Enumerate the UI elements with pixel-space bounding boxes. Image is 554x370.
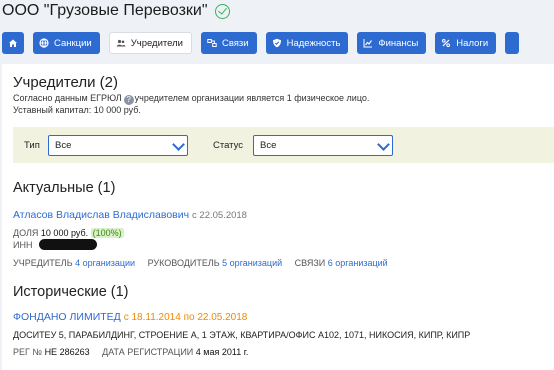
founder-share: ДОЛЯ 10 000 руб. (100%): [13, 228, 124, 238]
director-orgs-link[interactable]: 5 организаций: [222, 258, 282, 268]
tab-reliability[interactable]: Надежность: [265, 32, 349, 54]
founder-role-label: УЧРЕДИТЕЛЬ: [13, 258, 73, 268]
home-button[interactable]: [2, 32, 24, 54]
share-value: 10 000 руб.: [40, 228, 89, 238]
chevron-down-icon: [172, 138, 185, 151]
tab-links[interactable]: Связи: [200, 32, 257, 54]
founder-person-row: Атласов Владислав Владиславович с 22.05.…: [13, 209, 247, 221]
info-icon[interactable]: ?: [123, 95, 134, 105]
tab-label: Надежность: [286, 37, 341, 49]
type-select-value: Все: [55, 140, 72, 151]
status-select-value: Все: [260, 140, 277, 151]
founders-panel: Учредители (2) Согласно данным ЕГРЮЛ? учр…: [2, 64, 554, 370]
current-heading: Актуальные (1): [13, 180, 116, 196]
tab-founders[interactable]: Учредители: [108, 32, 192, 54]
founder-orgs-link[interactable]: 4 организации: [75, 258, 135, 268]
reg-date-label: ДАТА РЕГИСТРАЦИИ: [102, 347, 194, 357]
links-orgs-link[interactable]: 6 организаций: [328, 258, 388, 268]
company-title: ООО "Грузовые Перевозки": [2, 0, 230, 22]
links-role-label: СВЯЗИ: [294, 258, 326, 268]
verified-check-icon: [214, 3, 230, 19]
home-icon: [8, 38, 18, 48]
share-label: ДОЛЯ: [13, 228, 39, 238]
people-icon: [116, 38, 126, 48]
redacted-inn: [38, 239, 97, 250]
tab-label: Учредители: [130, 37, 183, 49]
tab-label: Финансы: [378, 37, 419, 49]
share-percent-badge: (100%): [90, 228, 124, 238]
director-role-label: РУКОВОДИТЕЛЬ: [147, 258, 220, 268]
founder-inn: ИНН: [13, 239, 97, 250]
tab-sanctions[interactable]: Санкции: [33, 32, 100, 54]
page-title: ООО "Грузовые Перевозки": [2, 2, 208, 19]
authorized-capital: Уставный капитал: 10 000 руб.: [13, 105, 141, 115]
globe-icon: [39, 38, 49, 48]
historical-registration: РЕГ № НЕ 286263 ДАТА РЕГИСТРАЦИИ 4 мая 2…: [13, 347, 248, 357]
tab-label: Санкции: [54, 37, 92, 49]
info-text-suffix: учредителем организации является 1 физич…: [134, 93, 370, 103]
tab-taxes[interactable]: Налоги: [435, 32, 497, 54]
chart-icon: [363, 38, 373, 48]
founder-since: с 22.05.2018: [192, 210, 247, 221]
section-nav: Санкции Учредители Связи Надежность Фина…: [2, 32, 528, 54]
type-select[interactable]: Все: [48, 135, 188, 156]
shield-icon: [272, 38, 282, 48]
founder-name-link[interactable]: Атласов Владислав Владиславович: [13, 209, 189, 221]
reg-number-label: РЕГ №: [13, 347, 43, 357]
type-filter-label: Тип: [24, 140, 40, 151]
tab-label: Связи: [221, 37, 249, 49]
historical-heading: Исторические (1): [13, 284, 129, 300]
historical-address: ДОСИТЕУ 5, ПАРАБИЛДИНГ, СТРОЕНИЕ А, 1 ЭТ…: [13, 330, 471, 340]
reg-date-value: 4 мая 2011 г.: [195, 347, 249, 357]
tab-finances[interactable]: Финансы: [357, 32, 427, 54]
links-icon: [207, 38, 217, 48]
status-select[interactable]: Все: [253, 135, 393, 156]
tab-more[interactable]: [505, 32, 520, 54]
founders-heading: Учредители (2): [13, 74, 119, 91]
historical-period: с 18.11.2014 по 22.05.2018: [123, 312, 248, 323]
info-text-prefix: Согласно данным ЕГРЮЛ: [13, 93, 122, 103]
chevron-down-icon: [377, 138, 390, 151]
inn-label: ИНН: [13, 240, 33, 250]
tab-label: Налоги: [456, 37, 489, 49]
filter-bar: Тип Все Статус Все: [13, 127, 554, 163]
historical-org-row: ФОНДАНО ЛИМИТЕД с 18.11.2014 по 22.05.20…: [13, 311, 247, 323]
founders-info: Согласно данным ЕГРЮЛ? учредителем органи…: [13, 93, 369, 105]
reg-number-value: НЕ 286263: [44, 347, 90, 357]
percent-icon: [441, 38, 451, 48]
founder-relations: УЧРЕДИТЕЛЬ 4 организации РУКОВОДИТЕЛЬ 5 …: [13, 258, 388, 268]
historical-org-link[interactable]: ФОНДАНО ЛИМИТЕД: [13, 311, 121, 323]
status-filter-label: Статус: [213, 140, 244, 151]
